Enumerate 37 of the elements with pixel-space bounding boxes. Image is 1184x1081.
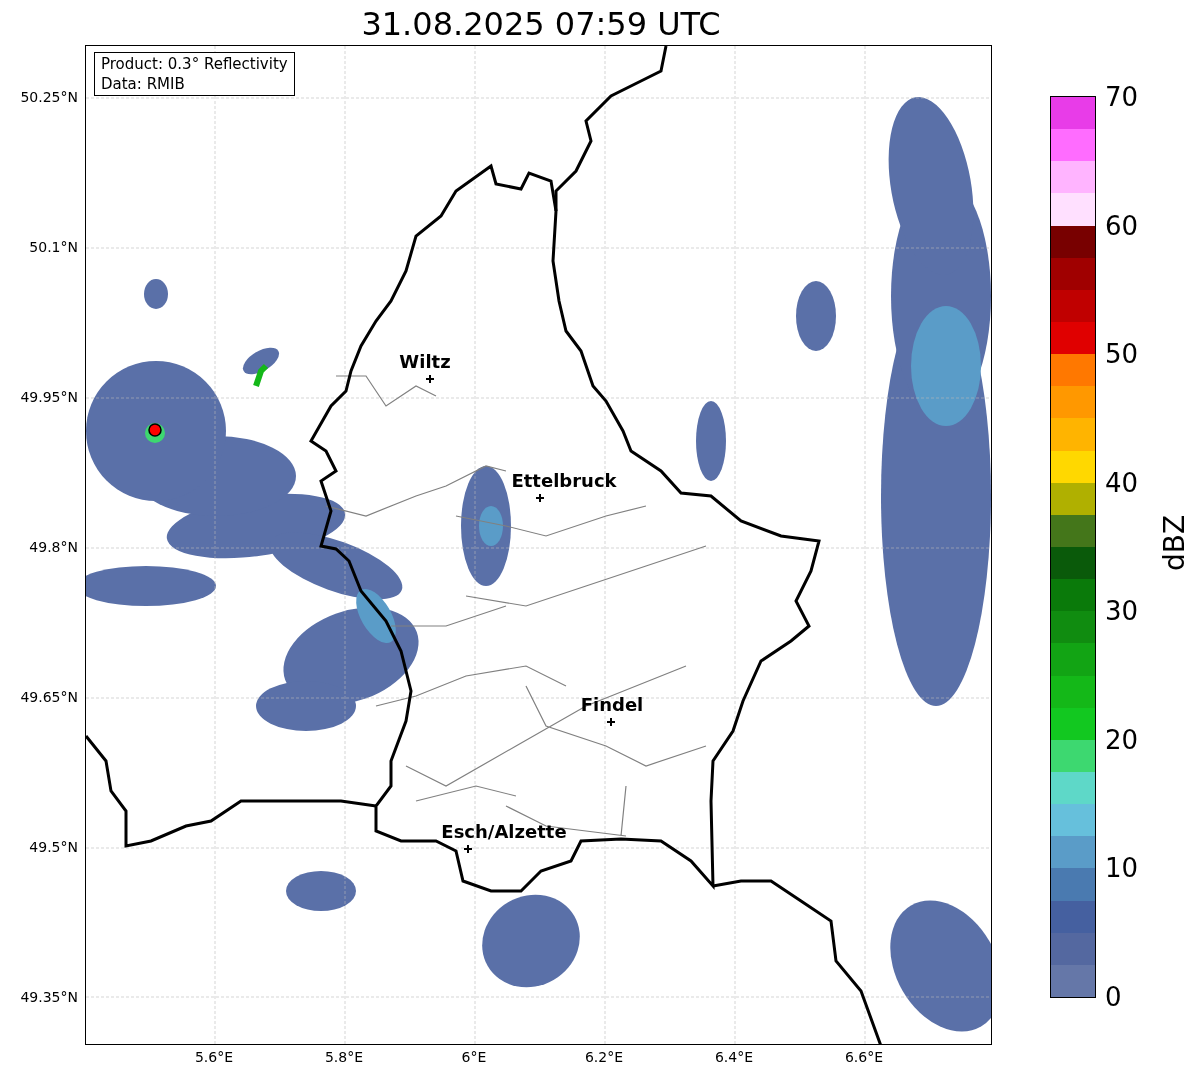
radar-echo — [796, 281, 836, 351]
radar-site-icon — [145, 423, 165, 443]
colorbar-tick-label: 60 — [1105, 211, 1139, 240]
colorbar-tick-label: 40 — [1105, 468, 1139, 497]
y-tick-label: 50.25°N — [20, 89, 78, 105]
colorbar-tick-label: 10 — [1105, 854, 1139, 883]
x-tick-label: 5.8°E — [324, 1049, 364, 1065]
y-tick-label: 49.5°N — [29, 839, 78, 855]
city-label: Wiltz — [399, 352, 451, 372]
city-marker-icon — [426, 375, 434, 383]
y-tick-label: 49.65°N — [20, 689, 78, 705]
colorbar-tick-label: 70 — [1105, 83, 1139, 111]
radar-echo — [144, 279, 168, 309]
y-tick-label: 50.1°N — [29, 239, 78, 255]
colorbar-tick-label: 20 — [1105, 725, 1139, 754]
radar-echo — [286, 871, 356, 911]
x-tick-label: 6.4°E — [714, 1049, 754, 1065]
info-text: Product: 0.3° Reflectivity — [101, 54, 288, 74]
x-tick-label: 5.6°E — [194, 1049, 234, 1065]
colorbar-tick-label: 50 — [1105, 340, 1139, 369]
y-tick-label: 49.8°N — [29, 539, 78, 555]
x-tick-label: 6.6°E — [844, 1049, 884, 1065]
city-label: Esch/Alzette — [441, 822, 567, 842]
colorbar-tick-label: 0 — [1105, 983, 1122, 1011]
colorbar-tick-label: 30 — [1105, 597, 1139, 626]
colorbar-label: dBZ — [1160, 514, 1184, 572]
info-text: Data: RMIB — [101, 74, 186, 94]
city-label: Ettelbruck — [511, 471, 617, 491]
chart-title: 31.08.2025 07:59 UTC — [361, 6, 721, 45]
city-marker-icon — [536, 494, 544, 502]
city-label: Findel — [580, 695, 644, 715]
x-tick-label: 6°E — [461, 1049, 487, 1065]
y-tick-label: 49.35°N — [20, 989, 78, 1005]
city-marker-icon — [464, 845, 472, 853]
city-marker-icon — [607, 718, 615, 726]
y-tick-label: 49.95°N — [20, 389, 78, 405]
x-tick-label: 6.2°E — [584, 1049, 624, 1065]
